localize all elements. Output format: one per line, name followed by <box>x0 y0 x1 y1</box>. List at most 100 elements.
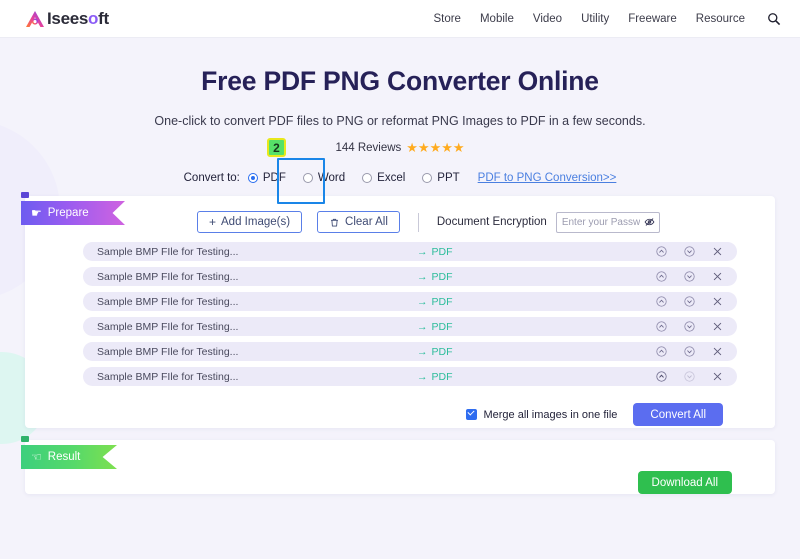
table-row[interactable]: Sample BMP FIle for Testing... → PDF <box>83 242 737 261</box>
rating-stars: ★★★★★ <box>406 140 465 155</box>
file-target-label: PDF <box>431 295 453 308</box>
nav-item-mobile[interactable]: Mobile <box>480 13 514 25</box>
result-banner: ☜ Result <box>21 445 117 469</box>
search-icon[interactable] <box>766 11 782 27</box>
password-field-wrap[interactable] <box>555 211 660 233</box>
circle-chevron-up-icon[interactable] <box>656 246 667 257</box>
main-nav: Store Mobile Video Utility Freeware Reso… <box>433 11 782 27</box>
close-icon[interactable] <box>712 271 723 282</box>
nav-item-utility[interactable]: Utility <box>581 13 609 25</box>
circle-chevron-down-icon[interactable] <box>684 271 695 282</box>
brand-name: Iseesoft <box>47 10 109 27</box>
reviews-summary: 144 Reviews ★★★★★ <box>0 141 800 154</box>
circle-chevron-down-icon[interactable] <box>684 246 695 257</box>
nav-item-resource[interactable]: Resource <box>696 13 745 25</box>
radio-option-excel[interactable]: Excel <box>362 172 405 184</box>
toolbar-divider <box>417 212 419 232</box>
result-banner-label: Result <box>47 451 81 463</box>
radio-word-indicator[interactable] <box>302 173 313 183</box>
clear-all-button[interactable]: Clear All <box>317 211 400 233</box>
nav-item-store[interactable]: Store <box>433 13 461 25</box>
eye-off-icon[interactable] <box>644 217 655 228</box>
close-icon[interactable] <box>712 346 723 357</box>
result-card: ☜ Result Download All <box>21 436 775 494</box>
page-title: Free PDF PNG Converter Online <box>201 66 599 96</box>
table-row[interactable]: Sample BMP FIle for Testing... → PDF <box>83 342 737 361</box>
file-target: → PDF <box>417 246 453 258</box>
prepare-toolbar: + Add Image(s) Clear All Document Encryp… <box>25 196 775 236</box>
file-target-label: PDF <box>431 270 453 283</box>
circle-chevron-up-icon[interactable] <box>656 371 667 382</box>
radio-ppt-indicator[interactable] <box>422 173 433 183</box>
table-row[interactable]: Sample BMP FIle for Testing... → PDF <box>83 317 737 336</box>
file-list: Sample BMP FIle for Testing... → PDF Sam… <box>25 236 775 386</box>
radio-word-label: Word <box>317 172 346 184</box>
radio-ppt-label: PPT <box>437 172 460 184</box>
radio-pdf-indicator[interactable] <box>247 173 258 183</box>
table-row[interactable]: Sample BMP FIle for Testing... → PDF <box>83 367 737 386</box>
pointing-hand-icon: ☛ <box>31 206 42 220</box>
prepare-card-actions: Merge all images in one file Convert All <box>25 392 775 426</box>
add-images-label: Add Image(s) <box>221 216 291 228</box>
file-target: → PDF <box>417 371 453 383</box>
site-header: Iseesoft Store Mobile Video Utility Free… <box>0 0 800 38</box>
radio-option-pdf[interactable]: PDF <box>247 172 286 184</box>
row-actions <box>656 371 723 382</box>
file-target-label: PDF <box>431 245 453 258</box>
row-actions <box>656 321 723 332</box>
circle-chevron-down-icon[interactable] <box>684 346 695 357</box>
nav-item-video[interactable]: Video <box>533 13 562 25</box>
trash-icon <box>329 217 340 228</box>
radio-excel-indicator[interactable] <box>362 173 373 183</box>
result-banner-fold <box>21 436 29 442</box>
radio-excel-label: Excel <box>377 172 406 184</box>
radio-pdf-label: PDF <box>262 172 286 184</box>
reviews-count: 144 Reviews <box>335 141 402 154</box>
close-icon[interactable] <box>712 371 723 382</box>
file-name: Sample BMP FIle for Testing... <box>97 345 239 358</box>
convert-to-row: Convert to: PDF Word Excel PPT PDF to PN… <box>0 138 800 204</box>
clear-all-label: Clear All <box>345 216 388 228</box>
aiseesoft-logo-icon <box>24 9 46 29</box>
file-name: Sample BMP FIle for Testing... <box>97 295 239 308</box>
row-actions <box>656 246 723 257</box>
add-images-button[interactable]: + Add Image(s) <box>197 211 303 233</box>
merge-all-images-label: Merge all images in one file <box>483 408 618 421</box>
row-actions <box>656 296 723 307</box>
circle-chevron-up-icon[interactable] <box>656 271 667 282</box>
circle-chevron-up-icon[interactable] <box>656 321 667 332</box>
prepare-banner-fold <box>21 192 29 198</box>
convert-all-button[interactable]: Convert All <box>633 403 723 426</box>
circle-chevron-down-icon <box>684 371 695 382</box>
close-icon[interactable] <box>712 321 723 332</box>
arrow-right-icon: → <box>417 245 428 258</box>
pdf-to-png-conversion-link[interactable]: PDF to PNG Conversion>> <box>478 172 617 184</box>
arrow-right-icon: → <box>417 345 428 358</box>
checkbox-indicator[interactable] <box>466 409 478 420</box>
close-icon[interactable] <box>712 246 723 257</box>
radio-option-ppt[interactable]: PPT <box>422 172 460 184</box>
file-name: Sample BMP FIle for Testing... <box>97 270 239 283</box>
file-name: Sample BMP FIle for Testing... <box>97 245 239 258</box>
circle-chevron-up-icon[interactable] <box>656 346 667 357</box>
file-name: Sample BMP FIle for Testing... <box>97 370 239 383</box>
file-target: → PDF <box>417 271 453 283</box>
page-subtitle: One-click to convert PDF files to PNG or… <box>154 114 646 128</box>
file-target: → PDF <box>417 296 453 308</box>
file-target-label: PDF <box>431 345 453 358</box>
radio-option-word[interactable]: Word <box>302 172 346 184</box>
circle-chevron-down-icon[interactable] <box>684 321 695 332</box>
download-all-button[interactable]: Download All <box>637 471 732 494</box>
table-row[interactable]: Sample BMP FIle for Testing... → PDF <box>83 267 737 286</box>
convert-to-label: Convert to: <box>183 172 240 184</box>
close-icon[interactable] <box>712 296 723 307</box>
arrow-right-icon: → <box>417 270 428 283</box>
nav-item-freeware[interactable]: Freeware <box>628 13 677 25</box>
hero-section: Free PDF PNG Converter Online One-click … <box>0 38 800 154</box>
merge-all-images-checkbox[interactable]: Merge all images in one file <box>466 409 617 421</box>
brand-logo[interactable]: Iseesoft <box>24 9 109 29</box>
circle-chevron-up-icon[interactable] <box>656 296 667 307</box>
arrow-right-icon: → <box>417 370 428 383</box>
table-row[interactable]: Sample BMP FIle for Testing... → PDF <box>83 292 737 311</box>
circle-chevron-down-icon[interactable] <box>684 296 695 307</box>
